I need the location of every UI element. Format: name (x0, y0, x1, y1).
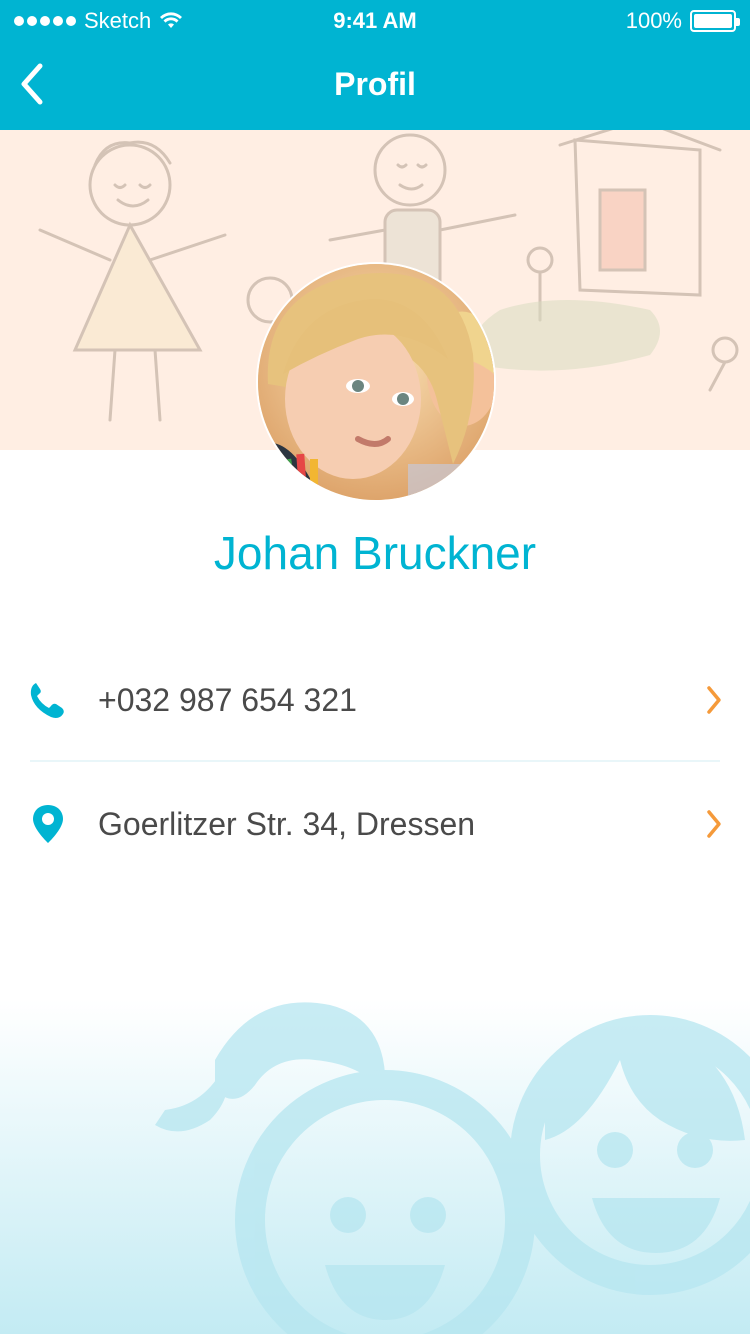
contact-row-phone[interactable]: +032 987 654 321 (0, 638, 750, 762)
top-bar: Sketch 9:41 AM 100% Profil (0, 0, 750, 130)
status-bar: Sketch 9:41 AM 100% (0, 0, 750, 40)
nav-bar: Profil (0, 40, 750, 130)
phone-icon (30, 681, 64, 718)
contact-row-address[interactable]: Goerlitzer Str. 34, Dressen (0, 762, 750, 886)
kids-faces-illustration (0, 1000, 750, 1334)
battery-icon (690, 10, 740, 32)
status-right: 100% (625, 8, 740, 34)
child-photo (258, 264, 494, 500)
page-title: Profil (334, 66, 416, 102)
chevron-right-icon (707, 686, 721, 714)
profile-name: Johan Bruckner (213, 527, 537, 579)
kids-faces-background (0, 960, 750, 1334)
battery-percent: 100% (625, 8, 682, 33)
profile-avatar (258, 264, 494, 500)
chevron-right-icon (707, 810, 721, 838)
location-pin-icon (33, 805, 63, 843)
address: Goerlitzer Str. 34, Dressen (98, 806, 476, 842)
phone-number: +032 987 654 321 (98, 682, 357, 718)
